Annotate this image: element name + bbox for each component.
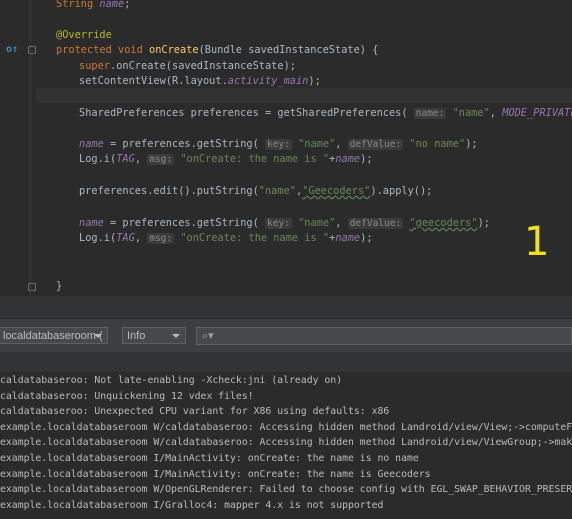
code-token: @Override [56,29,112,41]
code-token: name [99,0,125,10]
current-line-highlight [36,88,572,103]
log-line: caldatabaseroo: Unexpected CPU variant f… [0,406,390,417]
code-line: } [56,279,62,293]
code-token: MODE_PRIVATE [502,107,572,119]
panel-divider[interactable] [0,296,572,318]
code-token: onCreate [149,44,199,56]
code-token: = preferences.getString( [103,217,265,229]
code-token: } [56,280,63,292]
code-line: super.onCreate(savedInstanceState); [79,59,296,73]
parameter-hint: msg: [147,154,175,165]
log-line: example.localdatabaseroom W/caldatabaser… [0,422,572,433]
code-token: , [335,217,348,229]
code-editor[interactable]: o↑ String name; @Override protected void… [0,0,572,296]
code-token: SharedPreferences preferences = getShare… [79,107,414,119]
code-token: ); [465,138,478,150]
log-level-label: Info [127,330,146,342]
code-token: ); [308,75,321,87]
log-level-selector[interactable]: Info [122,327,186,344]
parameter-hint: defValue: [347,139,404,150]
code-token: "onCreate: the name is " [180,232,330,244]
code-token: Log.i( [79,232,117,244]
code-token: String [56,0,100,10]
code-line: Log.i(TAG, msg: "onCreate: the name is "… [79,231,373,245]
code-line: SharedPreferences preferences = getShare… [79,106,572,120]
code-token: , [134,232,148,244]
code-token: ; [124,0,131,10]
code-line: name = preferences.getString( key: "name… [79,216,490,230]
code-token: = preferences.getString( [103,138,265,150]
code-token: preferences.edit().putString( [79,185,259,197]
code-line: setContentView(R.layout.activity_main); [79,74,321,88]
code-line: protected void onCreate(Bundle savedInst… [56,43,378,57]
override-method-icon[interactable]: o↑ [6,44,18,55]
code-token: "no name" [409,138,466,150]
code-token: Log.i( [79,153,117,165]
code-token: name [79,217,104,229]
parameter-hint: key: [265,139,292,150]
code-token: ); [360,153,373,165]
code-token: ); [360,232,373,244]
code-line: preferences.edit().putString("name","Gee… [79,184,432,198]
parameter-hint: msg: [147,233,175,244]
fold-marker-icon[interactable] [28,46,36,54]
code-token: "name" [298,138,336,150]
code-token: "Geecoders" [302,185,371,197]
chevron-down-icon [94,334,102,338]
search-input[interactable] [217,328,571,344]
code-token: setContentView(R.layout. [79,75,228,87]
code-token: , [489,107,503,119]
code-line: @Override [56,28,112,42]
parameter-hint: key: [265,218,292,229]
chevron-down-icon [172,334,180,338]
code-token: "onCreate: the name is " [180,153,330,165]
code-token: "name" [298,217,336,229]
code-token: , [335,138,348,150]
fold-marker-icon[interactable] [28,283,36,291]
code-line: String name; [56,0,130,11]
log-line: example.localdatabaseroom I/MainActivity… [0,453,419,464]
code-token: TAG [116,153,135,165]
annotation-number: 1 [524,219,550,265]
code-token: .onCreate(savedInstanceState); [110,60,296,72]
code-token: (Bundle savedInstanceState) { [198,44,379,56]
logcat-search[interactable]: ⌕▾ [196,327,572,345]
process-selector[interactable]: localdatabaseroom ( [0,327,108,344]
code-token: name [79,138,104,150]
logcat-output[interactable]: caldatabaseroo: Not late-enabling -Xchec… [0,372,572,519]
code-token: , [134,153,148,165]
process-selector-label: localdatabaseroom ( [3,330,103,342]
code-token: "name" [452,107,490,119]
parameter-hint: defValue: [347,218,404,229]
code-line: Log.i(TAG, msg: "onCreate: the name is "… [79,152,373,166]
code-token: ).apply(); [370,185,433,197]
parameter-hint: name: [413,108,447,119]
code-token: activity_main [227,75,309,87]
log-line: example.localdatabaseroom W/OpenGLRender… [0,484,572,495]
logcat-toolbar: localdatabaseroom ( Info ⌕▾ [0,318,572,354]
search-icon: ⌕▾ [202,329,214,342]
code-token: name [335,232,361,244]
log-line: example.localdatabaseroom I/Gralloc4: ma… [0,500,384,511]
log-line: example.localdatabaseroom W/caldatabaser… [0,437,572,448]
code-line: name = preferences.getString( key: "name… [79,137,478,151]
log-line: example.localdatabaseroom I/MainActivity… [0,469,431,480]
code-token: super [79,60,110,72]
code-token: TAG [116,232,135,244]
code-token: ); [477,217,490,229]
gutter [30,0,31,296]
code-token: protected void [56,44,149,56]
log-line: caldatabaseroo: Not late-enabling -Xchec… [0,375,343,386]
logcat-header-gap [0,352,572,372]
code-token: "geecoders" [409,217,478,229]
code-token: "name" [258,185,296,197]
log-line: caldatabaseroo: Unquickening 12 vdex fil… [0,391,254,402]
code-token: name [335,153,361,165]
